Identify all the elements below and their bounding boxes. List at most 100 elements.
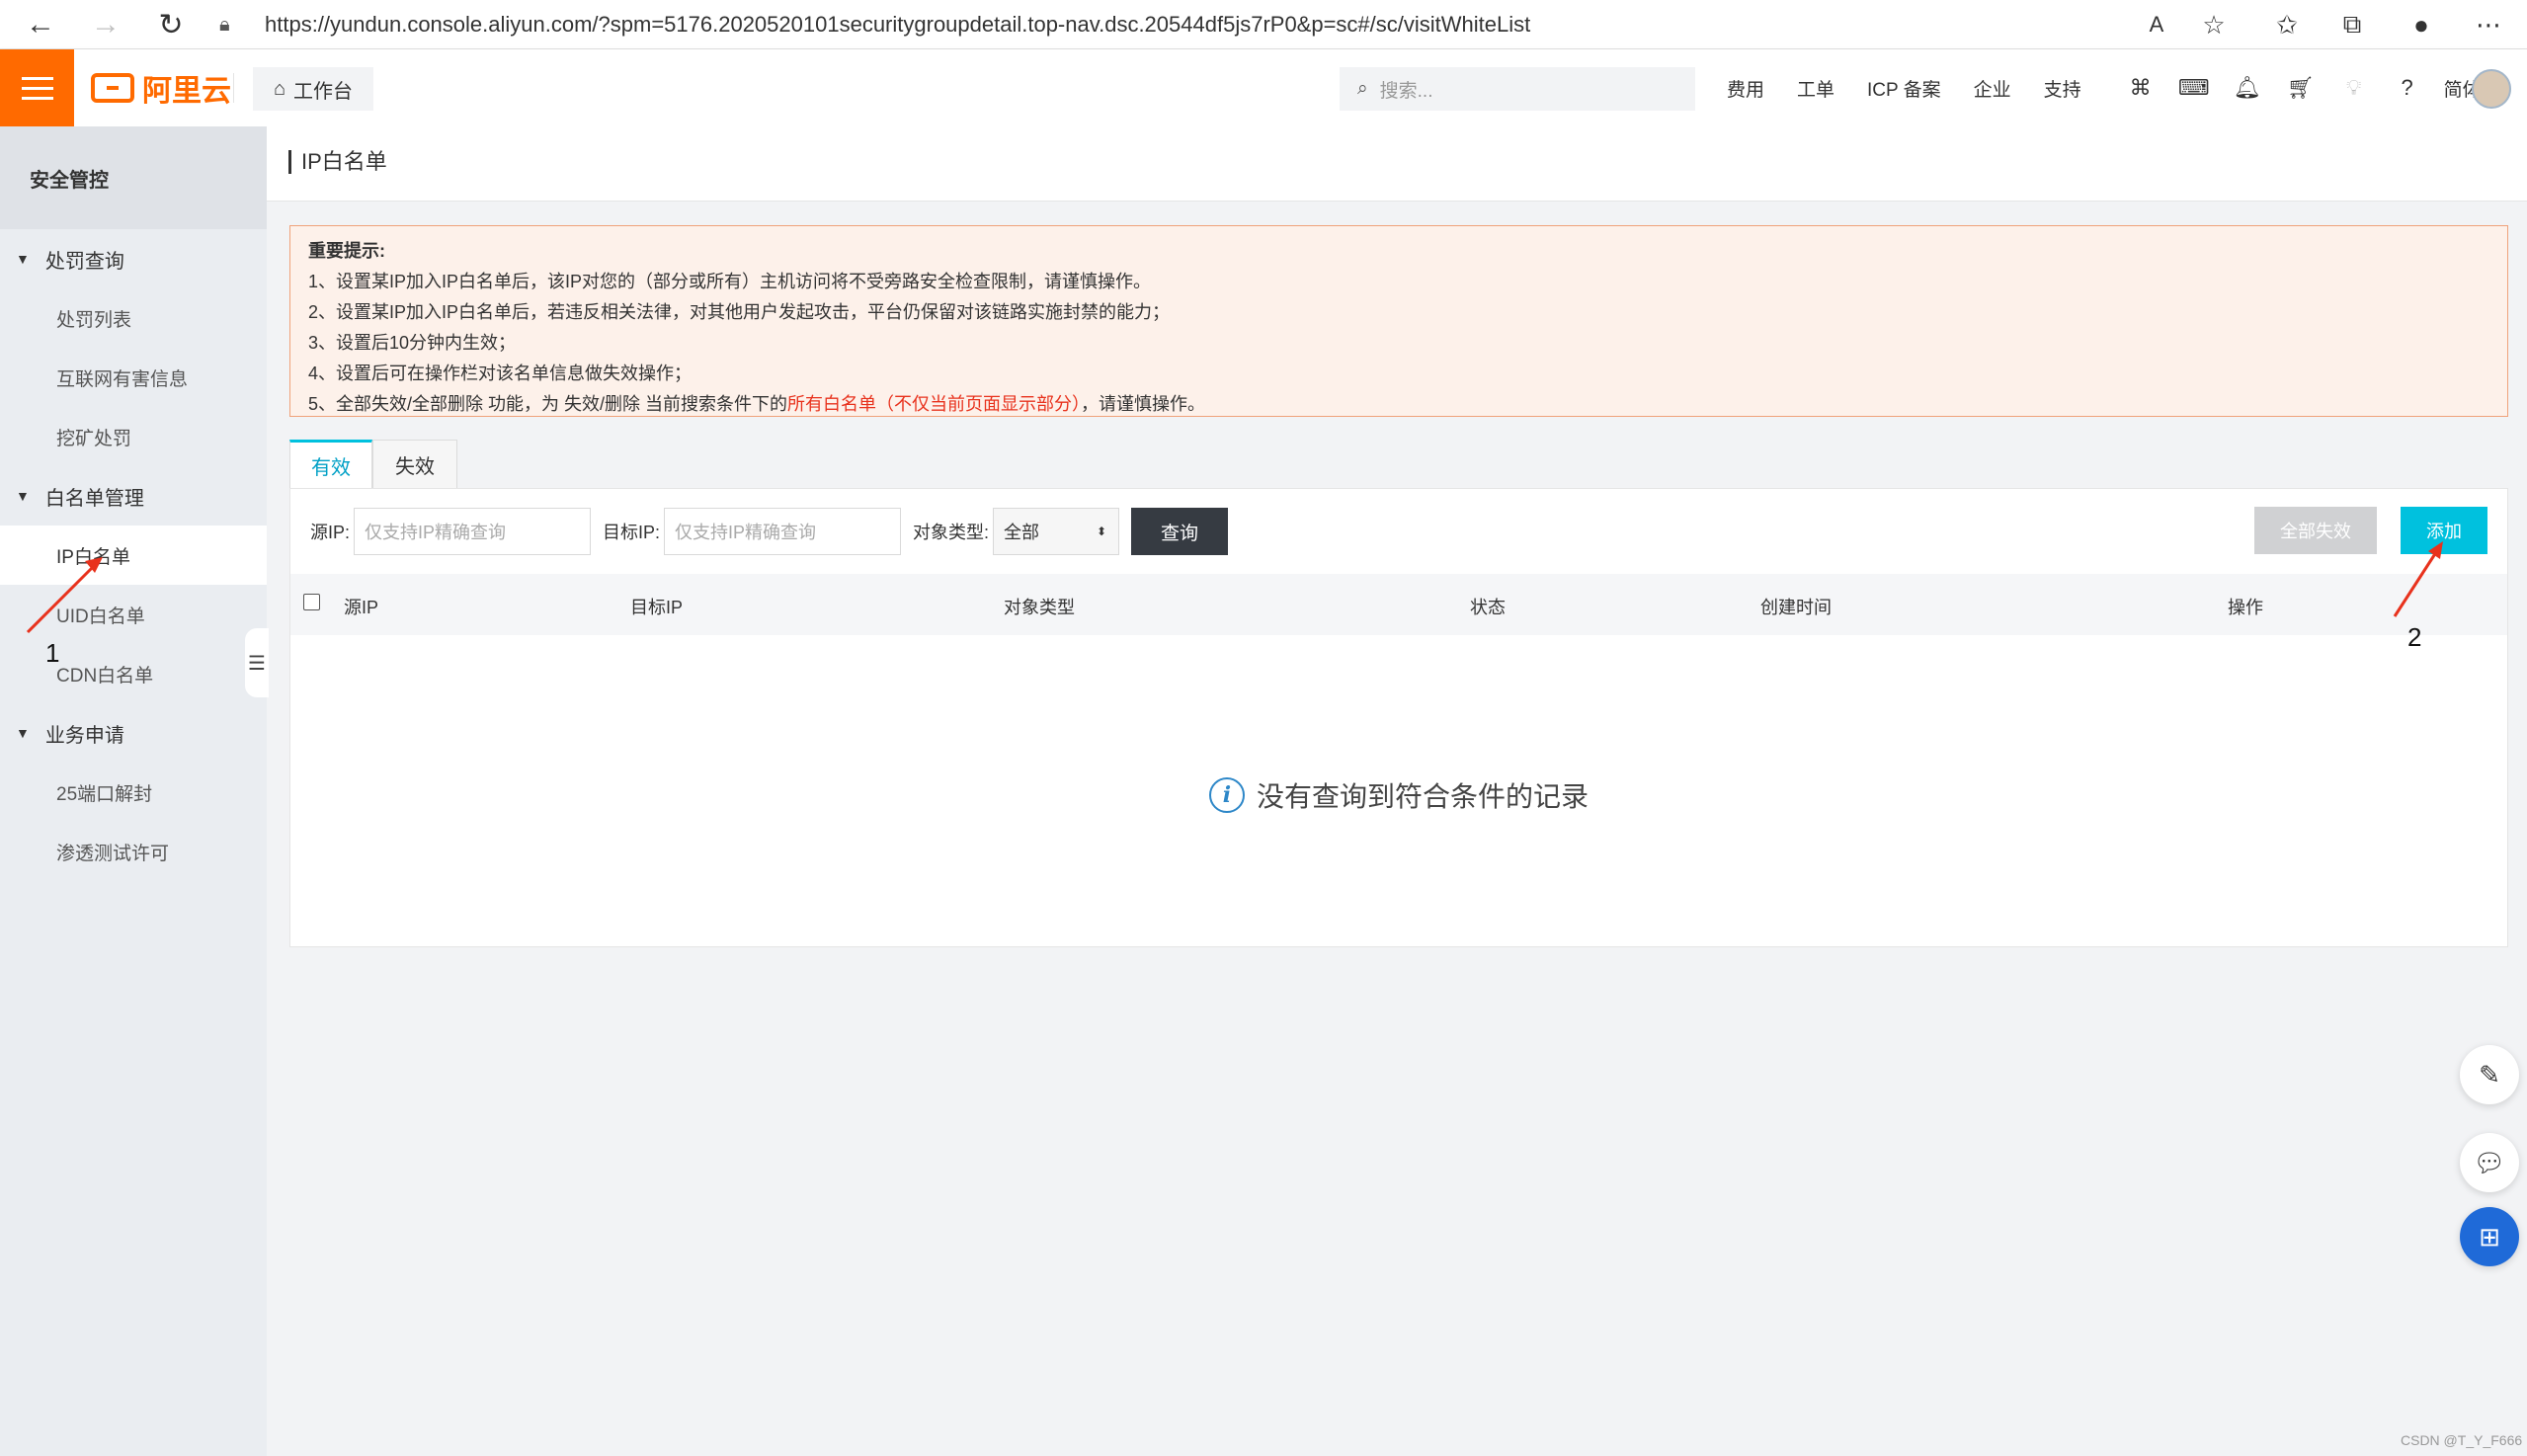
- edit-icon[interactable]: ✎: [2460, 1045, 2519, 1104]
- col-status: 状态: [1470, 598, 1506, 617]
- divider: [233, 73, 234, 103]
- notice-text: ，请谨慎操作。: [1081, 394, 1206, 414]
- terminal-icon[interactable]: ⌨: [2167, 75, 2221, 101]
- avatar[interactable]: [2472, 69, 2511, 109]
- sidebar-group-business[interactable]: ▼ 业务申请: [0, 703, 267, 763]
- forward-icon[interactable]: →: [87, 6, 124, 43]
- search-icon: ⌕: [1357, 78, 1368, 99]
- col-target-ip: 目标IP: [630, 598, 684, 617]
- caret-down-icon: ▼: [16, 251, 30, 267]
- chat-icon[interactable]: 💬︎: [2460, 1133, 2519, 1192]
- collapse-sidebar-icon[interactable]: ☰: [245, 628, 269, 697]
- sidebar-item-harmful-info[interactable]: 互联网有害信息: [0, 348, 267, 407]
- workbench-button[interactable]: ⌂ 工作台: [253, 67, 373, 111]
- favorite-add-icon[interactable]: ☆: [2195, 6, 2233, 43]
- col-actions: 操作: [2228, 598, 2263, 617]
- apps-icon[interactable]: ⊞: [2460, 1207, 2519, 1266]
- target-ip-input[interactable]: 仅支持IP精确查询: [664, 508, 902, 555]
- search-placeholder: 搜索...: [1379, 80, 1433, 102]
- empty-state: i 没有查询到符合条件的记录: [290, 775, 2507, 815]
- help-icon[interactable]: ?: [2381, 75, 2434, 101]
- notice-line: 3、设置后10分钟内生效；: [308, 333, 517, 353]
- workbench-label: 工作台: [293, 80, 354, 103]
- disable-all-button[interactable]: 全部失效: [2254, 507, 2377, 554]
- more-icon[interactable]: ⋯: [2470, 6, 2507, 43]
- sidebar-item-cdn-whitelist[interactable]: CDN白名单: [0, 644, 267, 703]
- top-navigation: 阿里云 ⌂ 工作台 ⌕ 搜索... 费用 工单 ICP 备案 企业 支持 ⌘ ⌨…: [0, 49, 2527, 126]
- whitelist-panel: 源IP: 仅支持IP精确查询 目标IP: 仅支持IP精确查询 对象类型: 全部 …: [289, 488, 2508, 947]
- tab-invalid[interactable]: 失效: [372, 440, 457, 489]
- group-label: 白名单管理: [44, 487, 144, 510]
- object-type-select[interactable]: 全部 ⬍: [993, 508, 1120, 555]
- sidebar-item-uid-whitelist[interactable]: UID白名单: [0, 585, 267, 644]
- menu-icon[interactable]: [0, 49, 74, 126]
- filter-bar: 源IP: 仅支持IP精确查询 目标IP: 仅支持IP精确查询 对象类型: 全部 …: [310, 507, 1229, 556]
- sidebar-group-penalty[interactable]: ▼ 处罚查询: [0, 229, 267, 288]
- search-input[interactable]: ⌕ 搜索...: [1340, 67, 1695, 111]
- notice-line: 4、设置后可在操作栏对该名单信息做失效操作；: [308, 364, 693, 383]
- notice-text: 5、全部失效/全部删除 功能，为 失效/删除 当前搜索条件下的: [308, 394, 788, 414]
- group-label: 业务申请: [44, 724, 124, 747]
- object-type-label: 对象类型:: [913, 523, 990, 542]
- profile-icon[interactable]: ●: [2403, 6, 2440, 43]
- notice-warning-text: 所有白名单（不仅当前页面显示部分）: [787, 394, 1082, 414]
- reload-icon[interactable]: ↻: [152, 6, 190, 43]
- watermark: CSDN @T_Y_F666: [2401, 1432, 2523, 1448]
- sidebar-item-ip-whitelist[interactable]: IP白名单: [0, 526, 267, 585]
- notice-line: 5、全部失效/全部删除 功能，为 失效/删除 当前搜索条件下的所有白名单（不仅当…: [308, 389, 2489, 420]
- back-icon[interactable]: ←: [22, 6, 59, 43]
- address-bar[interactable]: 🔒︎ https://yundun.console.aliyun.com/?sp…: [219, 4, 2116, 45]
- nav-menu: 费用 工单 ICP 备案 企业 支持 ⌘ ⌨ 🔔︎ 🛒︎ 💡︎ ? 简体: [1727, 49, 2514, 126]
- read-aloud-icon[interactable]: A: [2138, 6, 2175, 43]
- nav-enterprise[interactable]: 企业: [1974, 75, 2011, 102]
- cart-icon[interactable]: 🛒︎: [2274, 75, 2327, 101]
- group-label: 处罚查询: [44, 250, 124, 273]
- browser-toolbar: ← → ↻ 🔒︎ https://yundun.console.aliyun.c…: [0, 0, 2527, 49]
- empty-text: 没有查询到符合条件的记录: [1256, 781, 1589, 812]
- bulb-icon[interactable]: 💡︎: [2327, 75, 2381, 101]
- status-tabs: 有效 失效: [289, 440, 457, 489]
- sidebar-title: 安全管控: [0, 126, 267, 229]
- notice-box: 重要提示: 1、设置某IP加入IP白名单后，该IP对您的（部分或所有）主机访问将…: [289, 225, 2508, 417]
- sidebar-item-pentest[interactable]: 渗透测试许可: [0, 822, 267, 881]
- sort-arrows-icon: ⬍: [1096, 525, 1107, 538]
- page-title: IP白名单: [288, 150, 387, 174]
- url-text[interactable]: https://yundun.console.aliyun.com/?spm=5…: [265, 12, 1530, 38]
- caret-down-icon: ▼: [16, 488, 30, 504]
- nav-support[interactable]: 支持: [2044, 75, 2081, 102]
- nav-fees[interactable]: 费用: [1727, 75, 1764, 102]
- source-ip-label: 源IP:: [310, 523, 351, 542]
- logo-mark-icon: [91, 73, 134, 103]
- home-icon: ⌂: [273, 77, 286, 100]
- query-button[interactable]: 查询: [1131, 508, 1229, 555]
- logo-text: 阿里云: [142, 75, 231, 108]
- sidebar-item-port25[interactable]: 25端口解封: [0, 763, 267, 822]
- table-header: 源IP 目标IP 对象类型 状态 创建时间 操作: [290, 574, 2507, 635]
- lock-icon: 🔒︎: [219, 13, 230, 36]
- bell-icon[interactable]: 🔔︎: [2221, 75, 2274, 101]
- notice-line: 2、设置某IP加入IP白名单后，若违反相关法律，对其他用户发起攻击，平台仍保留对…: [308, 302, 1171, 322]
- target-ip-label: 目标IP:: [603, 523, 661, 542]
- tab-valid[interactable]: 有效: [289, 440, 372, 489]
- select-all-checkbox[interactable]: [303, 594, 320, 610]
- add-button[interactable]: 添加: [2401, 507, 2487, 554]
- notice-title: 重要提示:: [308, 241, 385, 261]
- col-created-time: 创建时间: [1760, 598, 1832, 617]
- info-icon: i: [1208, 777, 1245, 813]
- source-ip-input[interactable]: 仅支持IP精确查询: [354, 508, 592, 555]
- col-source-ip: 源IP: [344, 598, 379, 617]
- sidebar-item-penalty-list[interactable]: 处罚列表: [0, 288, 267, 348]
- nav-tickets[interactable]: 工单: [1797, 75, 1834, 102]
- aliyun-logo[interactable]: 阿里云: [91, 71, 231, 108]
- favorites-icon[interactable]: ✩: [2268, 6, 2306, 43]
- nav-icp[interactable]: ICP 备案: [1867, 75, 1941, 102]
- page-header: IP白名单: [267, 126, 2527, 202]
- app-icon[interactable]: ⌘: [2114, 75, 2167, 101]
- collections-icon[interactable]: ⧉: [2333, 6, 2371, 43]
- annotation-number-1: 1: [45, 638, 60, 668]
- sidebar: 安全管控 ▼ 处罚查询 处罚列表 互联网有害信息 挖矿处罚 ▼ 白名单管理 IP…: [0, 126, 267, 1456]
- annotation-number-2: 2: [2407, 622, 2422, 652]
- sidebar-group-whitelist[interactable]: ▼ 白名单管理: [0, 466, 267, 526]
- sidebar-item-mining-penalty[interactable]: 挖矿处罚: [0, 407, 267, 466]
- col-object-type: 对象类型: [1004, 598, 1075, 617]
